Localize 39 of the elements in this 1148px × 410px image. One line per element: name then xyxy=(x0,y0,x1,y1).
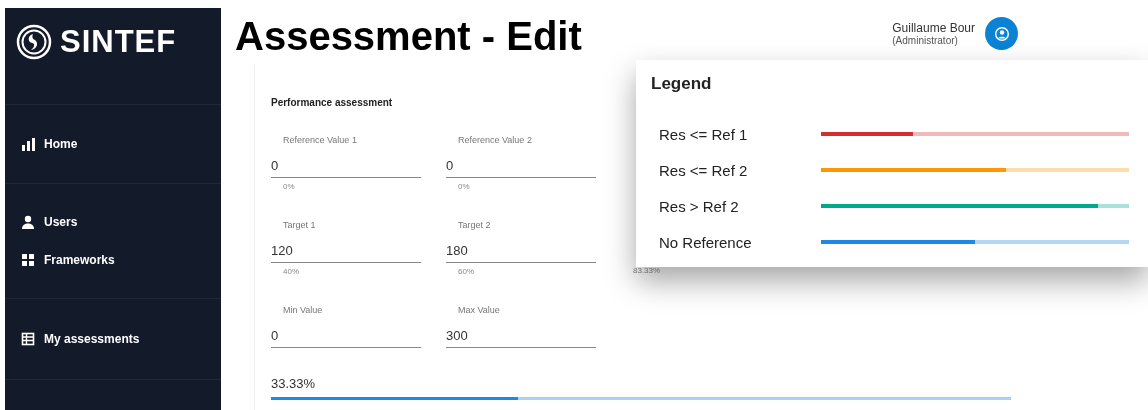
nav-item[interactable]: Users xyxy=(5,212,221,232)
logo-icon xyxy=(16,24,52,60)
section-title: Performance assessment xyxy=(271,97,394,108)
table-icon xyxy=(21,332,35,346)
input-field[interactable]: 180 xyxy=(446,237,596,263)
user-role: (Administrator) xyxy=(892,35,959,46)
person-icon xyxy=(21,215,35,229)
field-hint: 0% xyxy=(282,181,296,192)
field-label: Min Value xyxy=(282,305,324,317)
grid-icon xyxy=(21,253,35,267)
input-field[interactable]: 0 xyxy=(271,152,421,178)
field-label: Reference Value 2 xyxy=(457,135,533,147)
logo-text: SINTEF xyxy=(60,24,177,60)
nav-item[interactable]: Home xyxy=(5,134,221,154)
field-label: Reference Value 1 xyxy=(282,135,358,147)
bar-chart-icon xyxy=(21,137,35,151)
field-hint: 60% xyxy=(457,266,475,277)
field-label: Target 2 xyxy=(457,220,492,232)
user-icon xyxy=(994,26,1009,41)
legend-label: No Reference xyxy=(659,233,753,251)
legend-label: Res <= Ref 2 xyxy=(659,161,749,179)
field-hint: 83.33% xyxy=(632,265,662,276)
input-field[interactable]: 0 xyxy=(446,152,596,178)
input-field[interactable]: 120 xyxy=(271,237,421,263)
field-hint: 40% xyxy=(282,266,300,277)
nav-item[interactable]: Frameworks xyxy=(5,250,221,270)
input-field[interactable]: 0 xyxy=(271,322,421,348)
user-name: Guillaume Bour xyxy=(892,21,975,35)
progress-reading: 33.33% xyxy=(271,376,317,391)
legend-title: Legend xyxy=(651,74,713,94)
avatar-button[interactable] xyxy=(985,17,1018,50)
field-label: Max Value xyxy=(457,305,501,317)
legend-label: Res <= Ref 1 xyxy=(659,125,749,143)
nav-item[interactable]: My assessments xyxy=(5,329,221,349)
input-field[interactable]: 300 xyxy=(446,322,596,348)
legend-label: Res > Ref 2 xyxy=(659,197,740,215)
page-title: Assessment - Edit xyxy=(235,14,582,59)
field-label: Target 1 xyxy=(282,220,317,232)
field-hint: 0% xyxy=(457,181,471,192)
